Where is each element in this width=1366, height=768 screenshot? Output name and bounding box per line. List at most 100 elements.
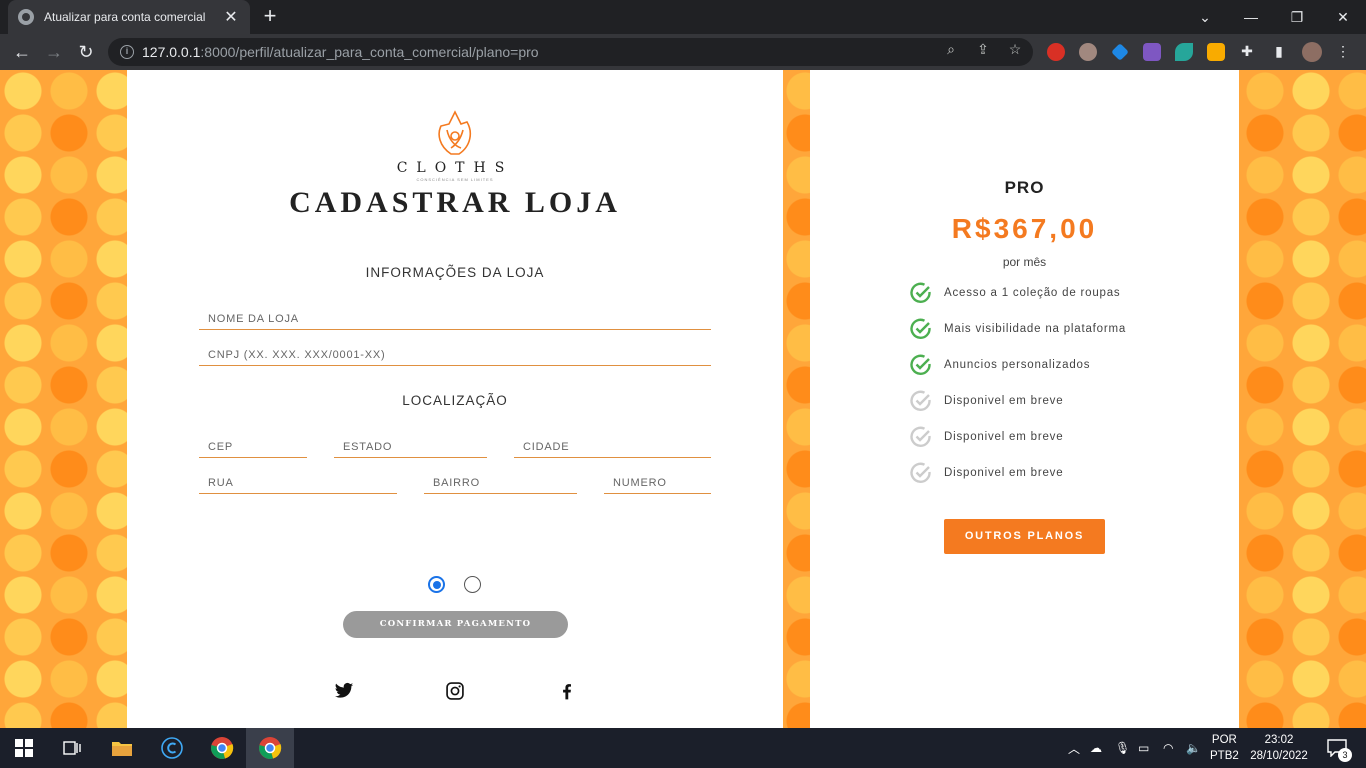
clock[interactable]: 23:02 28/10/2022 — [1248, 728, 1310, 768]
cep-input[interactable]: CEP — [199, 438, 307, 458]
extension-pen-icon[interactable] — [1143, 43, 1161, 61]
side-panel-icon[interactable]: ▮ — [1270, 42, 1288, 60]
minimize-button[interactable]: — — [1228, 0, 1274, 34]
notification-count: 3 — [1338, 748, 1352, 762]
location-heading: LOCALIZAÇÃO — [402, 393, 508, 408]
check-circle-icon — [910, 282, 931, 303]
facebook-icon[interactable] — [557, 681, 577, 701]
close-window-button[interactable]: ✕ — [1320, 0, 1366, 34]
url-host: 127.0.0.1 — [142, 44, 201, 60]
cidade-input[interactable]: CIDADE — [514, 438, 711, 458]
tray-chevron-icon[interactable]: ︿ — [1068, 728, 1080, 768]
instagram-icon[interactable] — [445, 681, 465, 701]
site-info-icon[interactable]: i — [120, 45, 134, 59]
microphone-icon[interactable]: 🎙 — [1115, 728, 1130, 768]
language-indicator[interactable]: POR PTB2 — [1210, 728, 1239, 768]
feature-item: Anuncios personalizados — [909, 353, 1209, 377]
back-icon[interactable]: ← — [10, 40, 34, 64]
feature-label: Mais visibilidade na plataforma — [944, 323, 1127, 335]
menu-icon[interactable]: ⋮ — [1334, 42, 1352, 60]
bairro-input[interactable]: BAIRRO — [424, 474, 577, 494]
browser-tab-bar: Atualizar para conta comercial ✕ + ⌄ — ❐… — [0, 0, 1366, 34]
extension-notes-icon[interactable] — [1207, 43, 1225, 61]
tab-title: Atualizar para conta comercial — [44, 10, 206, 24]
fox-logo-icon — [438, 110, 472, 155]
plan-name: PRO — [1004, 178, 1045, 197]
start-button[interactable] — [0, 728, 48, 768]
rua-input[interactable]: RUA — [199, 474, 397, 494]
feature-label: Disponivel em breve — [944, 395, 1064, 407]
plan-price: R$367,00 — [951, 213, 1098, 244]
windows-logo-icon — [15, 739, 33, 757]
clock-time: 23:02 — [1264, 734, 1294, 746]
volume-icon[interactable]: 🔈 — [1186, 728, 1201, 768]
feature-label: Disponivel em breve — [944, 431, 1064, 443]
address-bar[interactable]: i 127.0.0.1:8000/perfil/atualizar_para_c… — [108, 38, 1033, 66]
url-path: :8000/perfil/atualizar_para_conta_comerc… — [200, 44, 539, 60]
feature-item: Disponivel em breve — [909, 389, 1209, 413]
keyboard-layout: PTB2 — [1210, 750, 1239, 762]
wifi-icon[interactable]: ◠ — [1163, 728, 1173, 768]
feature-item: Mais visibilidade na plataforma — [909, 317, 1209, 341]
globe-icon — [18, 9, 34, 25]
forward-icon[interactable]: → — [42, 40, 66, 64]
other-plans-button[interactable]: OUTROS PLANOS — [944, 519, 1105, 554]
ccleaner-icon — [161, 737, 183, 759]
chrome-active-taskbar-button[interactable] — [246, 728, 294, 768]
step-radio-2[interactable] — [464, 576, 481, 593]
feature-label: Anuncios personalizados — [944, 359, 1091, 371]
check-circle-inactive-icon — [910, 390, 931, 411]
check-circle-inactive-icon — [910, 462, 931, 483]
feature-label: Disponivel em breve — [944, 467, 1064, 479]
zoom-icon[interactable]: ⌕ — [942, 40, 960, 58]
ccleaner-button[interactable] — [148, 728, 196, 768]
store-info-heading: INFORMAÇÕES DA LOJA — [365, 265, 545, 280]
page-background: CLOTHS CONSCIÊNCIA SEM LIMITES CADASTRAR… — [0, 70, 1366, 728]
battery-icon[interactable]: ▭ — [1138, 728, 1149, 768]
estado-input[interactable]: ESTADO — [334, 438, 487, 458]
tab-search-icon[interactable]: ⌄ — [1182, 0, 1228, 34]
cnpj-input[interactable]: CNPJ (XX. XXX. XXX/0001-XX) — [199, 346, 711, 366]
new-tab-button[interactable]: + — [258, 5, 282, 29]
notification-center-button[interactable]: 3 — [1322, 728, 1352, 768]
step-radio-1[interactable] — [428, 576, 445, 593]
store-name-input[interactable]: NOME DA LOJA — [199, 310, 711, 330]
extension-face-icon[interactable] — [1079, 43, 1097, 61]
browser-toolbar: ← → ↻ i 127.0.0.1:8000/perfil/atualizar_… — [0, 34, 1366, 70]
restore-button[interactable]: ❐ — [1274, 0, 1320, 34]
language-code: POR — [1211, 734, 1237, 746]
extension-stop-icon[interactable] — [1047, 43, 1065, 61]
chrome-icon — [211, 737, 234, 759]
reload-icon[interactable]: ↻ — [74, 40, 98, 64]
file-explorer-button[interactable] — [98, 728, 146, 768]
brand-name: CLOTHS — [396, 160, 514, 176]
browser-tab[interactable]: Atualizar para conta comercial ✕ — [8, 0, 250, 34]
confirm-payment-button[interactable]: CONFIRMAR PAGAMENTO — [343, 611, 568, 638]
plan-period: por mês — [1002, 255, 1047, 269]
close-tab-icon[interactable]: ✕ — [222, 7, 240, 27]
onedrive-icon[interactable]: ☁ — [1090, 728, 1102, 768]
chrome-taskbar-button[interactable] — [198, 728, 246, 768]
feature-item: Disponivel em breve — [909, 425, 1209, 449]
chrome-icon — [259, 737, 282, 759]
check-circle-inactive-icon — [910, 426, 931, 447]
folder-icon — [112, 742, 132, 756]
page-title: CADASTRAR LOJA — [289, 186, 621, 219]
task-view-button[interactable] — [48, 728, 96, 768]
twitter-icon[interactable] — [334, 681, 354, 701]
extension-diamond-icon[interactable] — [1111, 43, 1129, 61]
windows-taskbar: ︿ ☁ 🎙 ▭ ◠ 🔈 POR PTB2 23:02 28/10/2022 3 — [0, 728, 1366, 768]
plan-card: PRO R$367,00 por mês Acesso a 1 coleção … — [810, 70, 1239, 728]
profile-avatar[interactable] — [1302, 42, 1322, 62]
clock-date: 28/10/2022 — [1250, 750, 1308, 762]
extensions-puzzle-icon[interactable]: ✚ — [1238, 42, 1256, 60]
extension-bird-icon[interactable] — [1175, 43, 1193, 61]
check-circle-icon — [910, 354, 931, 375]
feature-item: Disponivel em breve — [909, 461, 1209, 485]
feature-item: Acesso a 1 coleção de roupas — [909, 281, 1209, 305]
store-form-card: CLOTHS CONSCIÊNCIA SEM LIMITES CADASTRAR… — [127, 70, 783, 728]
feature-label: Acesso a 1 coleção de roupas — [944, 287, 1121, 299]
numero-input[interactable]: NUMERO — [604, 474, 711, 494]
bookmark-star-icon[interactable]: ☆ — [1006, 40, 1024, 58]
share-icon[interactable]: ⇪ — [974, 40, 992, 58]
